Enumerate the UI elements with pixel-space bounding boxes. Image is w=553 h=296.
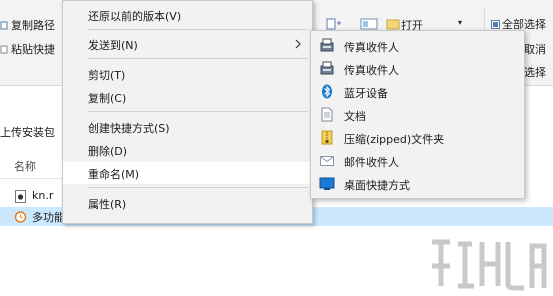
menu-item-label: 还原以前的版本(V) [88, 10, 182, 23]
watermark-logo [428, 236, 548, 292]
menu-item-delete[interactable]: 删除(D) [63, 139, 312, 161]
send-to-submenu: 传真收件人 传真收件人 蓝牙设备 文档 压缩(zipped)文件夹 邮件收件人 [310, 30, 525, 199]
chevron-right-icon [294, 39, 302, 49]
menu-item-create-shortcut[interactable]: 创建快捷方式(S) [63, 116, 312, 138]
send-to-fax-recipient[interactable]: 传真收件人 [311, 34, 524, 57]
menu-separator [88, 111, 308, 112]
menu-item-label: 剪切(T) [88, 69, 126, 82]
fax-icon [319, 61, 335, 76]
menu-item-cut[interactable]: 剪切(T) [63, 63, 312, 85]
send-to-zip-folder[interactable]: 压缩(zipped)文件夹 [311, 126, 524, 149]
new-item-icon [326, 17, 342, 31]
send-to-bluetooth-device[interactable]: 蓝牙设备 [311, 80, 524, 103]
context-menu: 还原以前的版本(V) 发送到(N) 剪切(T) 复制(C) 创建快捷方式(S) … [62, 0, 313, 224]
menu-item-label: 删除(D) [88, 145, 128, 158]
submenu-item-label: 传真收件人 [344, 41, 399, 54]
submenu-item-label: 桌面快捷方式 [344, 179, 410, 192]
submenu-item-label: 邮件收件人 [344, 156, 399, 169]
desktop-icon [319, 176, 335, 191]
file-icon [14, 190, 27, 203]
select-all-icon [491, 19, 500, 29]
menu-item-label: 重命名(M) [88, 168, 140, 181]
menu-separator [88, 29, 308, 30]
open-icon [386, 17, 400, 31]
send-to-mail-recipient[interactable]: 邮件收件人 [311, 149, 524, 172]
address-folder[interactable]: 上传安装包 [0, 124, 55, 140]
send-to-desktop-shortcut[interactable]: 桌面快捷方式 [311, 172, 524, 195]
bluetooth-icon [319, 84, 335, 99]
alarm-clock-icon [14, 210, 27, 223]
submenu-item-label: 压缩(zipped)文件夹 [344, 133, 445, 146]
send-to-documents[interactable]: 文档 [311, 103, 524, 126]
file-name: kn.r [32, 189, 54, 202]
menu-item-rename[interactable]: 重命名(M) [63, 162, 312, 184]
copy-path-button[interactable]: 复制路径 [11, 17, 55, 33]
submenu-item-label: 传真收件人 [344, 64, 399, 77]
zip-folder-icon [319, 130, 335, 145]
mail-icon [319, 153, 335, 168]
submenu-item-label: 文档 [344, 110, 366, 123]
menu-item-properties[interactable]: 属性(R) [63, 192, 312, 214]
menu-item-label: 属性(R) [88, 198, 127, 211]
paste-shortcut-icon [0, 44, 9, 54]
send-to-fax-recipient[interactable]: 传真收件人 [311, 57, 524, 80]
menu-item-restore-previous-versions[interactable]: 还原以前的版本(V) [63, 4, 312, 26]
menu-item-label: 复制(C) [88, 92, 127, 105]
menu-separator [88, 187, 308, 188]
copy-path-icon [0, 20, 9, 30]
menu-item-copy[interactable]: 复制(C) [63, 86, 312, 108]
menu-separator [88, 58, 308, 59]
menu-item-label: 发送到(N) [88, 39, 138, 52]
submenu-item-label: 蓝牙设备 [344, 87, 388, 100]
column-header-name[interactable]: 名称 [14, 158, 36, 174]
properties-icon [360, 17, 380, 31]
menu-item-label: 创建快捷方式(S) [88, 122, 170, 135]
open-dropdown-icon[interactable]: ▾ [458, 18, 462, 27]
fax-icon [319, 38, 335, 53]
menu-item-send-to[interactable]: 发送到(N) [63, 33, 312, 55]
header-divider [0, 178, 70, 179]
paste-shortcut-button[interactable]: 粘贴快捷 [11, 41, 55, 57]
documents-icon [319, 107, 335, 122]
